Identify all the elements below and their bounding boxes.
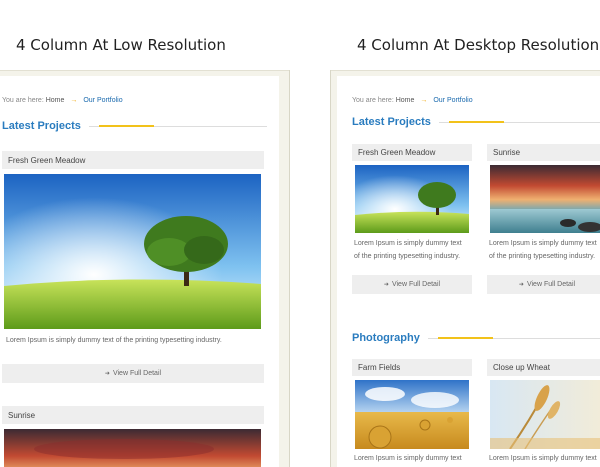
view-full-detail-button[interactable]: ➜ View Full Detail: [487, 275, 600, 294]
desktop-resolution-frame: You are here: Home → Our Portfolio Lates…: [330, 70, 600, 467]
view-full-detail-label: View Full Detail: [526, 281, 576, 288]
section-title: Photography: [352, 332, 420, 344]
desktop-resolution-page: You are here: Home → Our Portfolio Lates…: [337, 76, 600, 467]
breadcrumb-home-link[interactable]: Home: [396, 97, 415, 104]
section-title: Latest Projects: [352, 116, 431, 128]
section-title: Latest Projects: [2, 120, 81, 132]
card-description-line: Lorem Ipsum is simply dummy text: [489, 240, 597, 247]
project-card-meadow: Fresh Green Meadow Lorem Ipsum is simply…: [2, 151, 264, 383]
card-description-line: Lorem Ipsum is simply dummy text: [354, 455, 462, 462]
breadcrumb-prefix: You are here:: [2, 97, 44, 104]
card-description-line: Lorem Ipsum is simply dummy text: [489, 455, 597, 462]
card-title[interactable]: Close up Wheat: [487, 359, 600, 376]
wheat-image[interactable]: [490, 380, 600, 449]
project-card-sunrise: Sunrise: [2, 406, 264, 467]
meadow-image[interactable]: [4, 174, 261, 329]
breadcrumb: You are here: Home → Our Portfolio: [352, 97, 473, 104]
card-title[interactable]: Sunrise: [2, 406, 264, 424]
arrow-right-icon: ➜: [383, 282, 389, 288]
view-full-detail-label: View Full Detail: [112, 370, 162, 377]
card-description-line: of the printing typesetting industry.: [354, 253, 461, 260]
breadcrumb: You are here: Home → Our Portfolio: [2, 97, 123, 104]
view-full-detail-label: View Full Detail: [391, 281, 441, 288]
card-description: Lorem Ipsum is simply dummy text: [489, 452, 600, 465]
card-title[interactable]: Fresh Green Meadow: [352, 144, 472, 161]
section-divider: [88, 124, 267, 127]
breadcrumb-arrow-icon: →: [70, 97, 78, 104]
breadcrumb-current: Our Portfolio: [83, 97, 123, 104]
arrow-right-icon: ➜: [518, 282, 524, 288]
sunrise-image[interactable]: [490, 165, 600, 233]
card-description: Lorem Ipsum is simply dummy text of the …: [6, 337, 222, 344]
project-card-sunrise: Sunrise Lorem Ipsum is simply dummy text…: [487, 144, 600, 294]
meadow-image[interactable]: [355, 165, 469, 233]
low-resolution-frame: You are here: Home → Our Portfolio Lates…: [0, 70, 290, 467]
card-title[interactable]: Fresh Green Meadow: [2, 151, 264, 169]
caption-low-resolution: 4 Column At Low Resolution: [16, 36, 226, 54]
card-title[interactable]: Sunrise: [487, 144, 600, 161]
breadcrumb-arrow-icon: →: [420, 97, 428, 104]
card-description: Lorem Ipsum is simply dummy text of the …: [489, 237, 600, 263]
breadcrumb-current: Our Portfolio: [433, 97, 473, 104]
breadcrumb-prefix: You are here:: [352, 97, 394, 104]
section-latest-projects: Latest Projects: [352, 116, 600, 128]
project-card-meadow: Fresh Green Meadow Lorem Ipsum is simply…: [352, 144, 472, 294]
view-full-detail-button[interactable]: ➜ View Full Detail: [2, 364, 264, 383]
breadcrumb-home-link[interactable]: Home: [46, 97, 65, 104]
card-description-line: of the printing typesetting industry.: [489, 253, 596, 260]
section-divider: [438, 120, 600, 123]
farm-fields-image[interactable]: [355, 380, 469, 449]
card-description: Lorem Ipsum is simply dummy text: [354, 452, 472, 465]
card-title[interactable]: Farm Fields: [352, 359, 472, 376]
caption-desktop-resolution: 4 Column At Desktop Resolution: [357, 36, 600, 54]
card-description-line: Lorem Ipsum is simply dummy text: [354, 240, 462, 247]
project-card-wheat: Close up Wheat Lorem Ipsum is simply dum…: [487, 359, 600, 467]
project-card-farm-fields: Farm Fields Lorem Ipsum is simply dummy …: [352, 359, 472, 467]
sunrise-image[interactable]: [4, 429, 261, 467]
low-resolution-page: You are here: Home → Our Portfolio Lates…: [0, 76, 279, 467]
section-divider: [427, 336, 600, 339]
section-photography: Photography: [352, 332, 600, 344]
view-full-detail-button[interactable]: ➜ View Full Detail: [352, 275, 472, 294]
card-description: Lorem Ipsum is simply dummy text of the …: [354, 237, 472, 263]
section-latest-projects: Latest Projects: [2, 120, 267, 132]
arrow-right-icon: ➜: [104, 371, 110, 377]
